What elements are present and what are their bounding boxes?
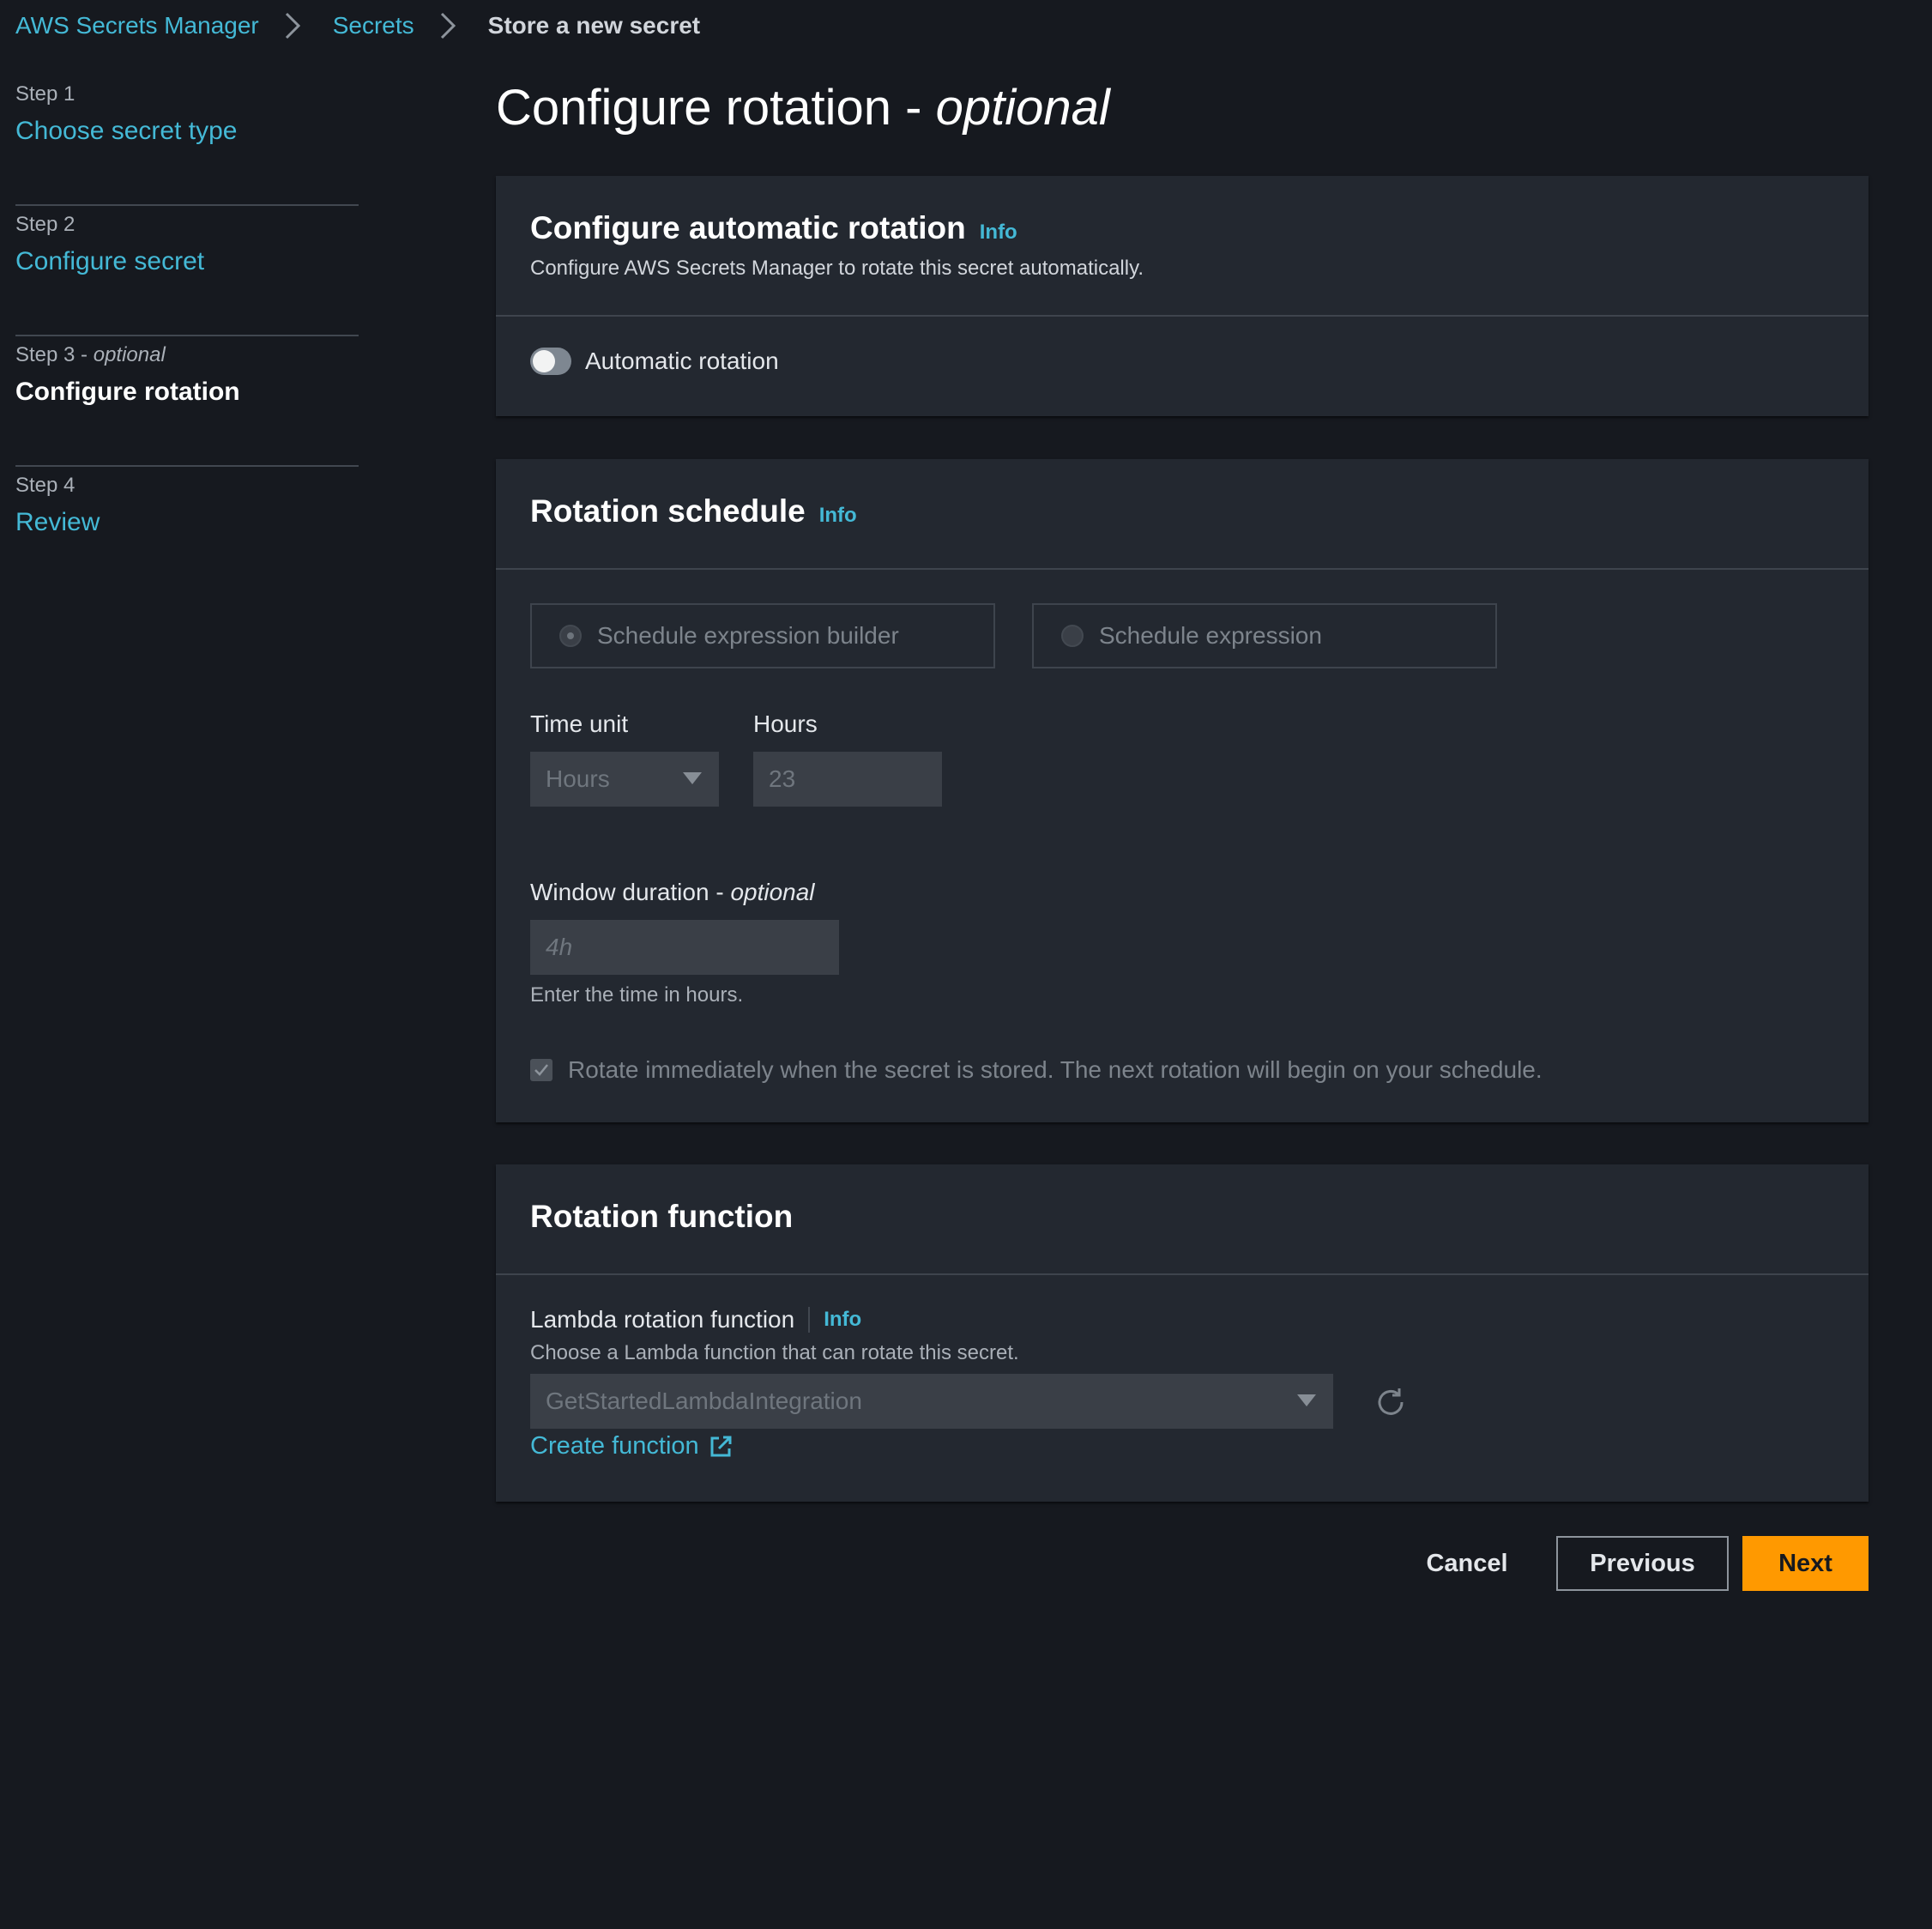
step-number: Step 2	[15, 213, 75, 236]
toggle-label: Automatic rotation	[585, 348, 779, 374]
wizard-steps: Step 1 Choose secret type Step 2 Configu…	[15, 76, 359, 596]
lambda-function-value: GetStartedLambdaIntegration	[546, 1388, 862, 1414]
step-optional: optional	[93, 343, 166, 366]
breadcrumb: AWS Secrets Manager Secrets Store a new …	[15, 9, 700, 43]
chevron-right-icon	[433, 11, 462, 40]
schedule-expression-radio[interactable]: Schedule expression	[1032, 603, 1497, 668]
automatic-rotation-toggle[interactable]	[530, 348, 571, 375]
time-unit-select[interactable]: Hours	[530, 752, 719, 807]
window-duration-hint: Enter the time in hours.	[530, 983, 744, 1007]
step-1: Step 1 Choose secret type	[15, 76, 359, 206]
panel-title: Rotation schedule	[530, 493, 806, 529]
time-unit-value: Hours	[546, 765, 610, 792]
step-number-text: Step 3	[15, 343, 75, 366]
step-current-configure-rotation: Configure rotation	[15, 378, 240, 406]
automatic-rotation-panel: Configure automatic rotation Info Config…	[496, 176, 1869, 416]
window-duration-optional: optional	[730, 879, 815, 905]
info-link[interactable]: Info	[819, 504, 857, 528]
page-title-optional: optional	[935, 80, 1110, 136]
step-number: Step 1	[15, 82, 75, 106]
panel-title: Configure automatic rotation	[530, 210, 966, 245]
lambda-description: Choose a Lambda function that can rotate…	[530, 1341, 1019, 1364]
lambda-rotation-function-label: Lambda rotation function	[530, 1306, 795, 1333]
refresh-icon	[1378, 1388, 1404, 1415]
step-link-configure-secret[interactable]: Configure secret	[15, 247, 204, 276]
checkmark-icon	[534, 1064, 548, 1076]
panel-title: Rotation function	[530, 1199, 794, 1234]
window-duration-input[interactable]: 4h	[530, 920, 839, 975]
external-link-icon	[710, 1436, 732, 1456]
radio-indicator	[559, 625, 582, 647]
radio-label: Schedule expression	[1099, 622, 1322, 649]
breadcrumb-secrets-manager[interactable]: AWS Secrets Manager	[15, 12, 259, 39]
time-unit-label: Time unit	[530, 711, 629, 737]
lambda-function-select[interactable]: GetStartedLambdaIntegration	[530, 1374, 1333, 1429]
info-link[interactable]: Info	[980, 221, 1017, 245]
step-4: Step 4 Review	[15, 467, 359, 596]
previous-button[interactable]: Previous	[1556, 1536, 1729, 1591]
panel-title-row: Configure automatic rotation Info	[530, 210, 1017, 246]
step-3: Step 3 - optional Configure rotation	[15, 336, 359, 467]
divider	[808, 1307, 811, 1333]
cancel-button[interactable]: Cancel	[1412, 1536, 1522, 1591]
caret-down-icon	[1297, 1394, 1316, 1406]
panel-description: Configure AWS Secrets Manager to rotate …	[530, 257, 1144, 280]
toggle-knob	[533, 350, 555, 372]
hours-label: Hours	[753, 711, 818, 737]
step-link-review[interactable]: Review	[15, 508, 100, 537]
step-2: Step 2 Configure secret	[15, 206, 359, 336]
schedule-expression-builder-radio[interactable]: Schedule expression builder	[530, 603, 995, 668]
info-link[interactable]: Info	[824, 1308, 861, 1332]
step-sep: -	[75, 343, 94, 366]
window-duration-label: Window duration - optional	[530, 879, 815, 906]
hours-input[interactable]: 23	[753, 752, 942, 807]
create-function-label: Create function	[530, 1432, 699, 1460]
lambda-label-row: Lambda rotation function Info	[530, 1306, 861, 1333]
refresh-button[interactable]	[1374, 1385, 1408, 1419]
page-title: Configure rotation - optional	[496, 79, 1110, 136]
page-title-text: Configure rotation -	[496, 80, 936, 136]
radio-label: Schedule expression builder	[597, 622, 899, 649]
panel-header: Rotation schedule Info	[496, 459, 1869, 570]
next-button[interactable]: Next	[1742, 1536, 1869, 1591]
rotate-immediately-row: Rotate immediately when the secret is st…	[530, 1056, 1543, 1084]
breadcrumb-secrets[interactable]: Secrets	[333, 12, 414, 39]
step-number: Step 3 - optional	[15, 343, 166, 367]
breadcrumb-current: Store a new secret	[487, 12, 701, 39]
window-duration-label-text: Window duration -	[530, 879, 731, 905]
panel-title-row: Rotation schedule Info	[530, 493, 857, 529]
panel-header: Rotation function	[496, 1164, 1869, 1275]
chevron-right-icon	[278, 11, 307, 40]
rotate-immediately-checkbox[interactable]	[530, 1059, 552, 1081]
step-link-choose-secret-type[interactable]: Choose secret type	[15, 117, 237, 146]
automatic-rotation-toggle-row: Automatic rotation	[530, 348, 779, 375]
create-function-link[interactable]: Create function	[530, 1432, 734, 1460]
radio-indicator	[1061, 625, 1084, 647]
rotation-schedule-panel: Rotation schedule Info Schedule expressi…	[496, 459, 1869, 1122]
rotate-immediately-label: Rotate immediately when the secret is st…	[568, 1056, 1543, 1083]
hours-value: 23	[769, 765, 796, 792]
panel-header: Configure automatic rotation Info Config…	[496, 176, 1869, 317]
caret-down-icon	[683, 772, 702, 784]
rotation-function-panel: Rotation function Lambda rotation functi…	[496, 1164, 1869, 1502]
step-number: Step 4	[15, 474, 75, 497]
window-duration-placeholder: 4h	[546, 934, 573, 960]
